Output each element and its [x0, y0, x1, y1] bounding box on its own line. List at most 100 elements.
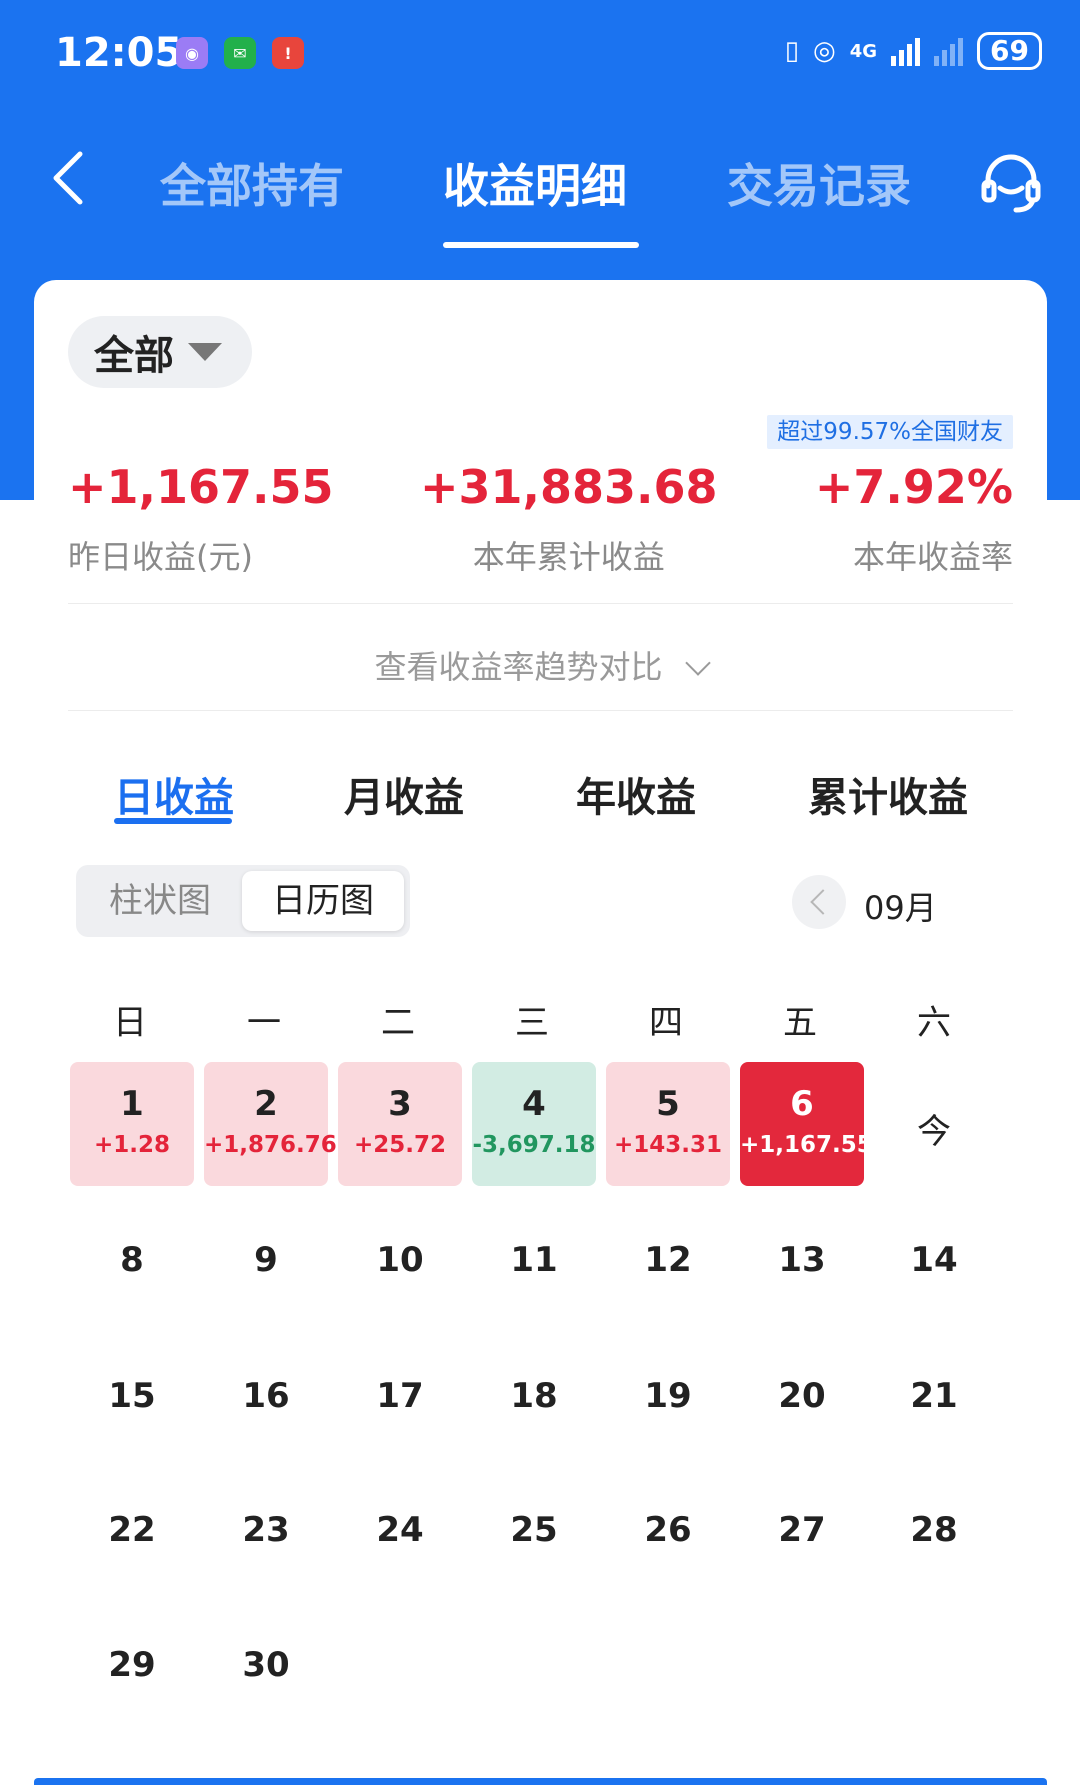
tab-all-holdings[interactable]: 全部持有: [160, 150, 344, 216]
calendar-day[interactable]: 22: [70, 1510, 194, 1550]
view-bar-chart-option[interactable]: 柱状图: [82, 871, 238, 931]
weekday-tue: 二: [381, 1003, 415, 1043]
tab-yearly-income[interactable]: 年收益: [576, 765, 696, 823]
stat-label: 本年收益率: [852, 538, 1013, 576]
day-background: [204, 1062, 328, 1186]
calendar-day[interactable]: 2 +1,876.76: [204, 1062, 337, 1186]
day-income: +25.72: [353, 1132, 447, 1158]
signal-strength-icon: [891, 36, 921, 66]
calendar-day[interactable]: 5 +143.31: [606, 1062, 730, 1186]
account-filter-dropdown[interactable]: 全部: [68, 316, 252, 388]
day-background: [338, 1062, 462, 1186]
calendar-day[interactable]: 8: [70, 1240, 194, 1280]
day-number: 2: [254, 1084, 278, 1124]
day-income: +1.28: [93, 1132, 171, 1158]
calendar-day[interactable]: 29: [70, 1645, 194, 1685]
stat-year-cumulative: +31,883.68 本年累计收益: [420, 460, 718, 578]
calendar-day-selected[interactable]: 6 +1,167.55: [740, 1062, 873, 1186]
back-button[interactable]: [38, 148, 98, 208]
calendar-day[interactable]: 15: [70, 1376, 194, 1416]
previous-month-button[interactable]: [792, 875, 846, 929]
period-tab-indicator: [114, 818, 232, 824]
stat-label: 昨日收益(元): [68, 538, 253, 576]
calendar-day[interactable]: 3 +25.72: [338, 1062, 462, 1186]
income-card: 全部 超过99.57%全国财友 +1,167.55 昨日收益(元) +31,88…: [34, 280, 1047, 1785]
calendar-day[interactable]: 26: [606, 1510, 730, 1550]
caret-down-icon: [188, 343, 222, 361]
weekday-thu: 四: [649, 1003, 683, 1043]
day-income: +1,876.76: [204, 1132, 337, 1158]
stat-yesterday: +1,167.55 昨日收益(元): [68, 460, 334, 578]
calendar-day[interactable]: 10: [338, 1240, 462, 1280]
hotspot-icon: ◎: [813, 36, 836, 66]
calendar-day[interactable]: 19: [606, 1376, 730, 1416]
today-label: 今: [917, 1112, 951, 1152]
customer-service-icon: [981, 154, 1041, 213]
trend-compare-link[interactable]: 查看收益率趋势对比: [34, 642, 1047, 688]
calendar-day[interactable]: 18: [472, 1376, 596, 1416]
day-income: -3,697.18: [472, 1132, 596, 1158]
app-notification-icon: ◉: [176, 37, 208, 69]
alert-app-icon: !: [272, 37, 304, 69]
tab-daily-income[interactable]: 日收益: [114, 765, 234, 823]
signal-strength-secondary-icon: [934, 36, 964, 66]
weekday-sun: 日: [113, 1003, 147, 1043]
bottom-card-edge: [34, 1778, 1047, 1785]
account-filter-label: 全部: [94, 333, 174, 379]
calendar-day[interactable]: 9: [204, 1240, 328, 1280]
day-background: [472, 1062, 596, 1186]
calendar-day-today[interactable]: 今: [872, 1062, 996, 1186]
chevron-left-icon: [53, 151, 83, 205]
rank-badge: 超过99.57%全国财友: [767, 415, 1013, 449]
calendar-day[interactable]: 30: [204, 1645, 328, 1685]
calendar-day[interactable]: 14: [872, 1240, 996, 1280]
calendar-day[interactable]: 23: [204, 1510, 328, 1550]
chart-view-toggle: 柱状图 日历图: [76, 865, 410, 937]
battery-level: 69: [977, 32, 1042, 70]
calendar-day[interactable]: 25: [472, 1510, 596, 1550]
calendar-day[interactable]: 11: [472, 1240, 596, 1280]
calendar-day[interactable]: 28: [872, 1510, 996, 1550]
day-number: 5: [656, 1084, 680, 1124]
status-time: 12:05: [55, 30, 183, 76]
weekday-mon: 一: [247, 1003, 281, 1043]
calendar-day[interactable]: 27: [740, 1510, 864, 1550]
day-background: [70, 1062, 194, 1186]
calendar-day[interactable]: 16: [204, 1376, 328, 1416]
status-indicators: ▯ ◎ 4G 69: [785, 32, 1042, 70]
weekday-fri: 五: [783, 1003, 817, 1043]
wechat-icon: ✉: [224, 37, 256, 69]
day-number: 4: [522, 1084, 546, 1124]
tab-income-details[interactable]: 收益明细: [443, 150, 627, 216]
weekday-wed: 三: [515, 1003, 549, 1043]
calendar-day[interactable]: 4 -3,697.18: [472, 1062, 596, 1186]
calendar-day[interactable]: 21: [872, 1376, 996, 1416]
day-background: [606, 1062, 730, 1186]
calendar-day[interactable]: 13: [740, 1240, 864, 1280]
view-calendar-option[interactable]: 日历图: [242, 871, 404, 931]
calendar-day[interactable]: 1 +1.28: [70, 1062, 194, 1186]
calendar-day[interactable]: 24: [338, 1510, 462, 1550]
day-number: 6: [790, 1084, 814, 1124]
active-tab-indicator: [443, 242, 639, 248]
day-income: +1,167.55: [740, 1132, 873, 1158]
divider: [68, 710, 1013, 711]
tab-transaction-records[interactable]: 交易记录: [727, 150, 911, 216]
month-label: 09月: [864, 889, 937, 927]
divider: [68, 603, 1013, 604]
day-number: 3: [388, 1084, 412, 1124]
customer-service-button[interactable]: [976, 148, 1046, 218]
trend-compare-label: 查看收益率趋势对比: [374, 648, 663, 686]
vibrate-icon: ▯: [784, 36, 800, 66]
status-bar: 12:05 ◉ ✉ ! ▯ ◎ 4G 69: [0, 0, 1080, 110]
tab-cumulative-income[interactable]: 累计收益: [808, 765, 968, 823]
weekday-sat: 六: [917, 1003, 951, 1043]
top-navigation: 全部持有 收益明细 交易记录: [0, 130, 1080, 250]
calendar-day[interactable]: 12: [606, 1240, 730, 1280]
calendar-day[interactable]: 20: [740, 1376, 864, 1416]
calendar-day[interactable]: 17: [338, 1376, 462, 1416]
day-number: 1: [120, 1084, 144, 1124]
stat-value: +7.92%: [814, 460, 1013, 514]
chevron-down-icon: [684, 650, 711, 676]
tab-monthly-income[interactable]: 月收益: [344, 765, 464, 823]
